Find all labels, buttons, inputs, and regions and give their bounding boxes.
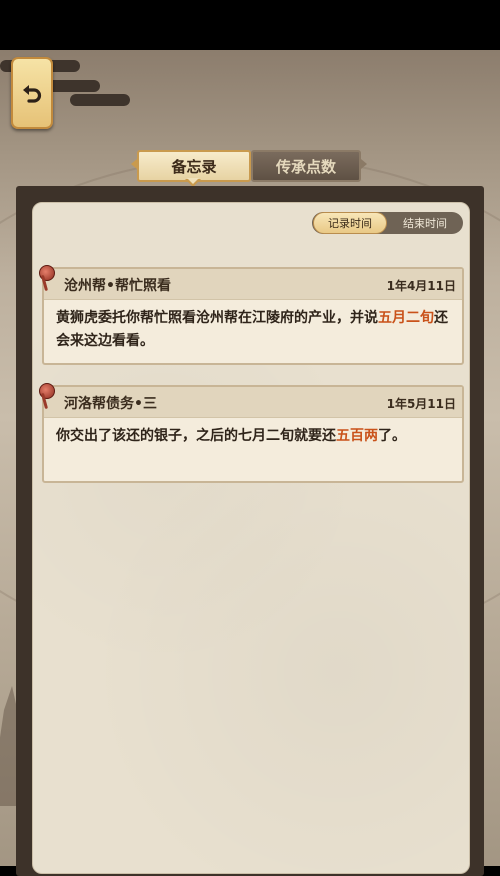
sort-by-record-time[interactable]: 记录时间 xyxy=(313,212,387,234)
memo-text: 你交出了该还的银子，之后的七月二旬就要还五百两了。 xyxy=(56,428,406,444)
memo-card[interactable]: 河洛帮债务•三 1年5月11日 你交出了该还的银子，之后的七月二旬就要还五百两了… xyxy=(39,383,464,483)
memo-title: 沧州帮•帮忙照看 xyxy=(64,278,171,294)
memo-card[interactable]: 沧州帮•帮忙照看 1年4月11日 黄狮虎委托你帮忙照看沧州帮在江陵府的产业，并说… xyxy=(39,265,464,365)
pin-icon xyxy=(39,265,55,292)
back-button[interactable] xyxy=(11,57,53,129)
tab-bar: 备忘录 传承点数 xyxy=(131,150,367,187)
sort-by-end-time[interactable]: 结束时间 xyxy=(388,212,462,234)
tab-inheritance-points[interactable]: 传承点数 xyxy=(251,150,361,182)
sort-toggle: 记录时间 结束时间 xyxy=(312,212,463,234)
active-tab-pointer-inner xyxy=(187,178,199,184)
memo-highlight: 五月二旬 xyxy=(378,310,434,326)
memo-highlight: 五百两 xyxy=(336,428,378,444)
back-arrow-icon xyxy=(23,85,42,103)
memo-text: 黄狮虎委托你帮忙照看沧州帮在江陵府的产业，并说五月二旬还会来这边看看。 xyxy=(56,310,448,349)
memo-card-header: 沧州帮•帮忙照看 1年4月11日 xyxy=(44,269,462,300)
status-bar xyxy=(0,0,500,50)
memo-date: 1年4月11日 xyxy=(386,279,456,293)
memo-title: 河洛帮债务•三 xyxy=(64,396,157,412)
pin-icon xyxy=(39,383,55,410)
memo-date: 1年5月11日 xyxy=(386,397,456,411)
memo-card-header: 河洛帮债务•三 1年5月11日 xyxy=(44,387,462,418)
cloud-ornament xyxy=(70,94,130,106)
